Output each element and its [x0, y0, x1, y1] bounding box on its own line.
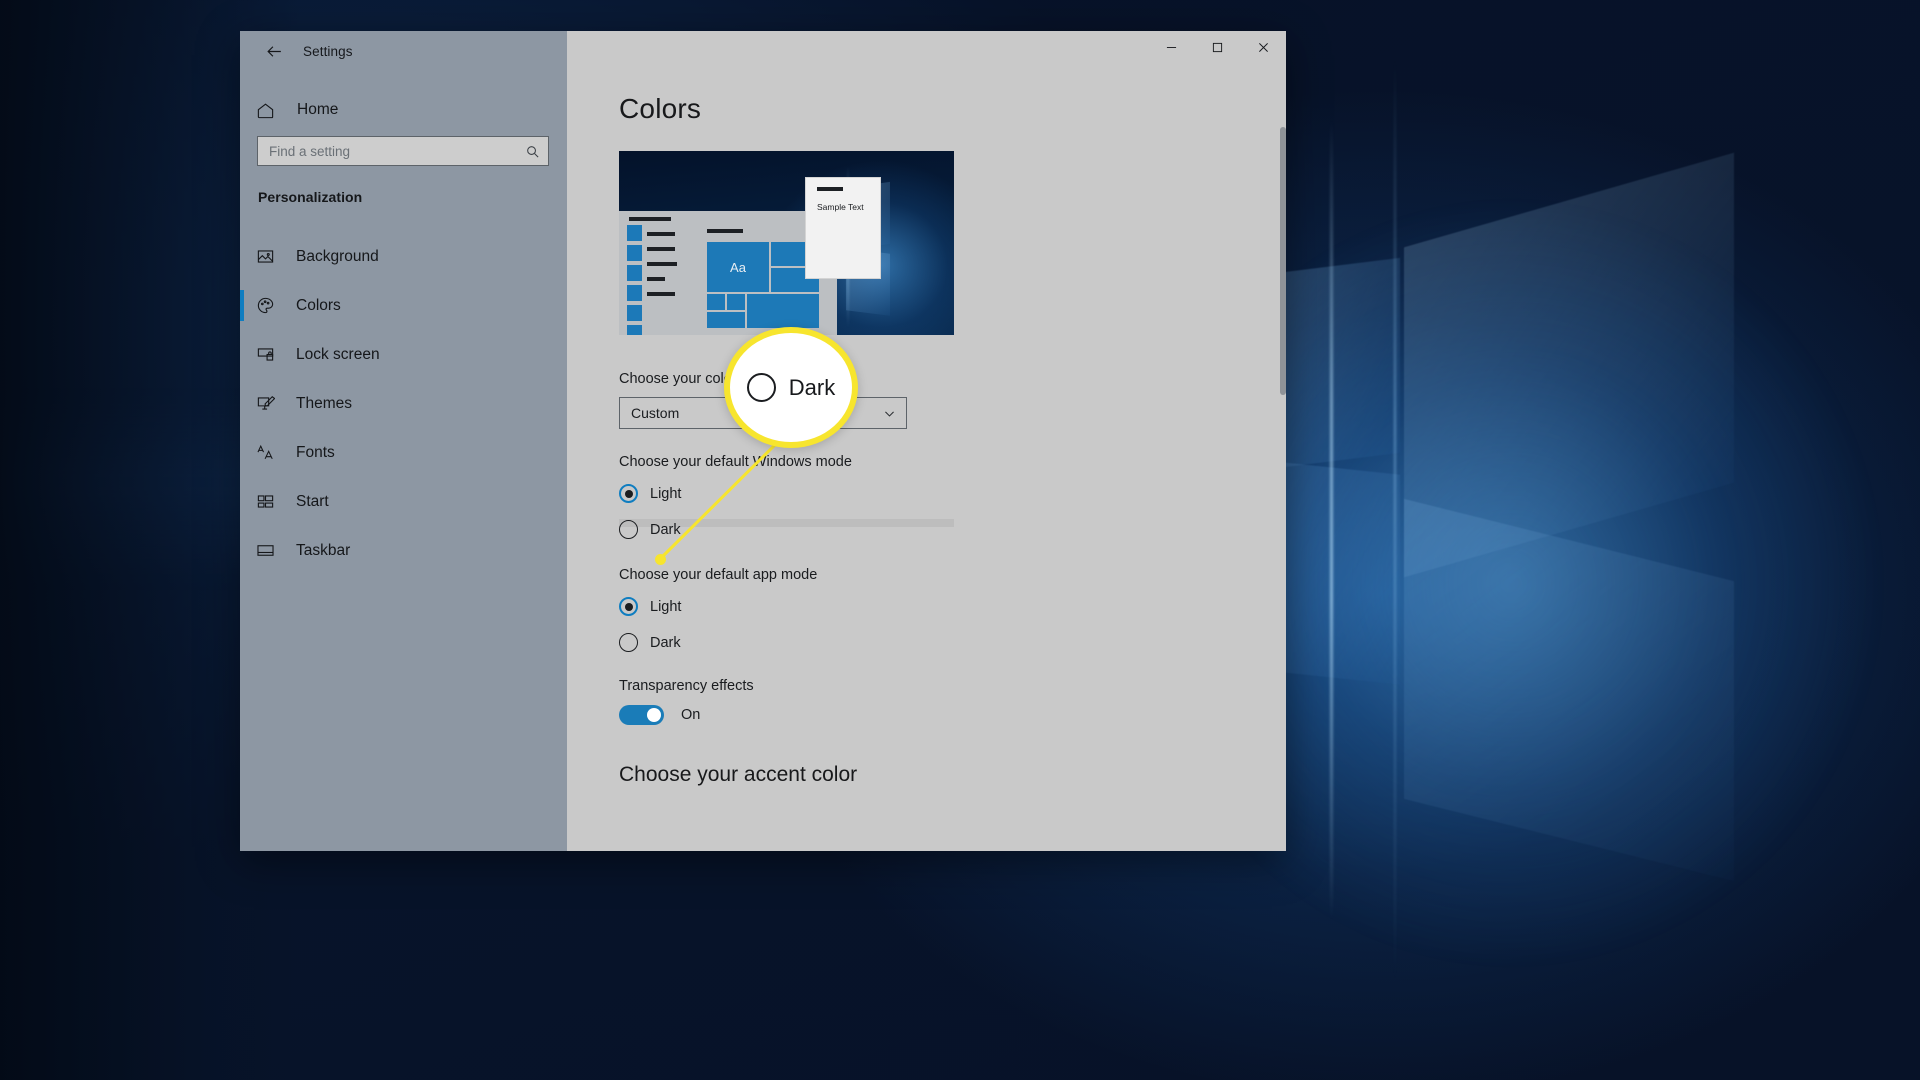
wallpaper-light-streak: [1330, 120, 1333, 920]
maximize-icon[interactable]: [1194, 31, 1240, 63]
window-titlebar: [567, 31, 1286, 71]
scrollbar-thumb[interactable]: [1280, 127, 1286, 395]
search-input[interactable]: [269, 143, 525, 159]
transparency-toggle-row[interactable]: On: [619, 705, 1286, 725]
choose-color-label: Choose your color: [619, 371, 737, 387]
close-icon[interactable]: [1240, 31, 1286, 63]
sidebar-item-label: Lock screen: [296, 345, 380, 363]
app-mode-option-light[interactable]: Light: [619, 597, 1286, 616]
sidebar-item-home[interactable]: Home: [240, 89, 567, 131]
sidebar-item-label: Colors: [296, 296, 341, 314]
sidebar-item-lock-screen[interactable]: Lock screen: [240, 330, 567, 379]
preview-tiles: Aa: [707, 229, 819, 328]
page-title: Colors: [619, 93, 702, 124]
transparency-section: Transparency effects On: [567, 678, 1286, 725]
magnified-radio-label: Dark: [788, 374, 836, 400]
radio-indicator: [619, 597, 638, 616]
preview-shadow: [619, 519, 954, 527]
toggle-knob: [647, 708, 661, 722]
search-wrapper: [240, 131, 567, 166]
sidebar-item-label: Taskbar: [296, 541, 351, 559]
preview-app-window: Sample Text: [805, 177, 881, 279]
radio-label: Light: [650, 598, 682, 615]
transparency-label: Transparency effects: [619, 678, 754, 694]
home-icon: [256, 101, 286, 120]
magnifier-callout: Dark: [724, 327, 858, 448]
search-icon: [525, 144, 540, 159]
settings-main-content: Colors Aa Sample Text Choose your color …: [567, 31, 1286, 851]
accent-color-heading: Choose your accent color: [619, 763, 858, 786]
sidebar-item-start[interactable]: Start: [240, 477, 567, 526]
radio-indicator: [619, 633, 638, 652]
back-arrow-icon[interactable]: [253, 36, 295, 66]
fonts-icon: [256, 443, 284, 462]
callout-target-dot: [655, 554, 666, 565]
taskbar-icon: [256, 541, 284, 560]
preview-menu-lines: [629, 217, 677, 307]
active-indicator: [240, 290, 244, 321]
sidebar-item-label: Fonts: [296, 443, 335, 461]
app-mode-label: Choose your default app mode: [619, 567, 818, 583]
start-icon: [256, 492, 284, 511]
sidebar-item-label: Start: [296, 492, 329, 510]
sidebar-item-taskbar[interactable]: Taskbar: [240, 526, 567, 575]
chevron-down-icon: [883, 407, 896, 420]
colors-preview-image: Aa Sample Text: [619, 151, 954, 335]
search-box[interactable]: [257, 136, 549, 166]
sidebar-item-themes[interactable]: Themes: [240, 379, 567, 428]
main-scrollbar[interactable]: [1280, 127, 1286, 851]
sidebar-item-colors[interactable]: Colors: [240, 281, 567, 330]
radio-indicator: [619, 520, 638, 539]
sidebar-item-label: Background: [296, 247, 379, 265]
sidebar-section-header: Personalization: [258, 189, 363, 205]
radio-label: Dark: [650, 634, 681, 651]
sidebar-nav: Background Colors Lock screen Themes Fon…: [240, 232, 567, 575]
preview-sample-text: Sample Text: [817, 202, 864, 212]
windows-mode-option-light[interactable]: Light: [619, 484, 1286, 503]
themes-icon: [256, 394, 284, 413]
app-mode-option-dark[interactable]: Dark: [619, 633, 1286, 652]
preview-window-bar: [817, 187, 843, 191]
windows-mode-label: Choose your default Windows mode: [619, 454, 852, 470]
sidebar-item-background[interactable]: Background: [240, 232, 567, 281]
sidebar-titlebar: Settings: [240, 31, 567, 71]
app-title: Settings: [303, 43, 353, 59]
radio-indicator: [619, 484, 638, 503]
transparency-state-label: On: [681, 707, 701, 723]
app-mode-section: Choose your default app mode Light Dark: [567, 567, 1286, 652]
wallpaper-light-streak: [1394, 60, 1396, 980]
settings-sidebar: Settings Home Personalization: [240, 31, 567, 851]
palette-icon: [256, 296, 284, 315]
preview-tile-text: Aa: [730, 259, 746, 275]
lock-screen-icon: [256, 345, 284, 364]
home-label: Home: [297, 101, 339, 118]
magnified-radio-dark[interactable]: [746, 373, 776, 402]
choose-color-section: Choose your color Custom: [567, 371, 1286, 429]
image-icon: [256, 247, 284, 266]
sidebar-item-fonts[interactable]: Fonts: [240, 428, 567, 477]
choose-color-value: Custom: [631, 405, 680, 421]
sidebar-item-label: Themes: [296, 394, 352, 412]
transparency-toggle[interactable]: [619, 705, 664, 725]
radio-label: Light: [650, 485, 682, 502]
callout-disc: Dark: [724, 327, 858, 448]
minimize-icon[interactable]: [1148, 31, 1194, 63]
